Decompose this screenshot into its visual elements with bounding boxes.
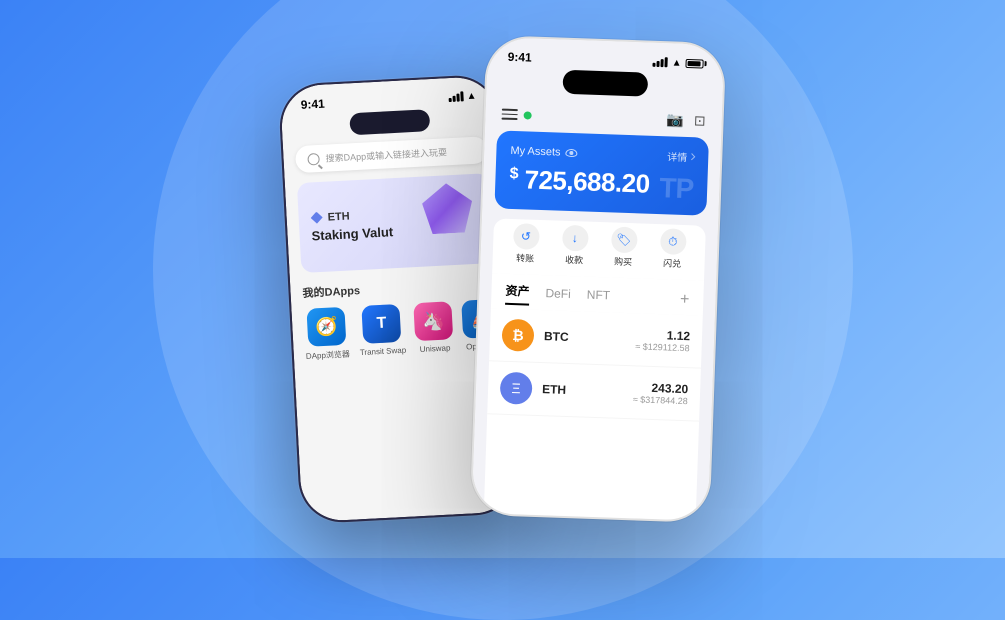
buy-icon: 🏷 (610, 226, 637, 253)
signal-icon-right (652, 57, 667, 68)
time-right: 9:41 (507, 50, 532, 65)
eth-icon-circle: Ξ (499, 372, 532, 405)
phone-right: 9:41 ▲ (469, 35, 726, 523)
action-transfer[interactable]: ↺ 转账 (511, 223, 538, 265)
action-buy[interactable]: 🏷 购买 (609, 226, 636, 268)
header-icons-right: 📷 ⊡ (666, 111, 706, 129)
dapp-item-transit[interactable]: T Transit Swap (357, 304, 406, 359)
dapp-icon-browser: 🧭 (306, 307, 346, 347)
receive-icon: ↓ (561, 225, 588, 252)
battery-icon-right (685, 58, 703, 68)
asset-usd-eth: ≈ $317844.28 (632, 394, 687, 406)
action-label-swap: 闪兑 (662, 256, 680, 270)
camera-icon[interactable]: 📷 (666, 111, 684, 129)
assets-header: My Assets 详情 (510, 143, 694, 164)
chevron-right-icon (688, 153, 695, 160)
asset-name-btc: BTC (543, 329, 635, 346)
eye-icon[interactable] (565, 148, 577, 156)
asset-name-eth: ETH (541, 382, 632, 399)
asset-value-eth: 243.20 ≈ $317844.28 (632, 380, 688, 406)
dapp-label-uniswap: Uniswap (419, 343, 450, 354)
assets-card: My Assets 详情 $ 725,688.20 TP (494, 130, 709, 215)
tab-defi[interactable]: DeFi (545, 286, 571, 305)
tab-assets[interactable]: 资产 (505, 282, 530, 306)
tp-watermark: TP (658, 172, 693, 205)
eth-logo-icon (310, 211, 323, 224)
action-label-receive: 收款 (564, 253, 582, 267)
tabs-add-button[interactable]: + (679, 290, 689, 308)
wifi-icon-right: ▲ (671, 57, 681, 68)
header-left (501, 109, 531, 121)
search-placeholder-left: 搜索DApp或输入链接进入玩耍 (325, 145, 447, 164)
status-icons-left: ▲ (448, 90, 476, 102)
asset-list: ₿ BTC 1.12 ≈ $129112.58 Ξ ETH 243.20 ≈ $… (483, 308, 702, 520)
eth-banner[interactable]: ETH Staking Valut (296, 173, 492, 273)
time-left: 9:41 (300, 97, 325, 112)
dynamic-island-left (349, 109, 430, 135)
tab-nft[interactable]: NFT (586, 287, 610, 306)
search-bar-left[interactable]: 搜索DApp或输入链接进入玩耍 (294, 136, 487, 173)
action-swap[interactable]: ⏱ 闪兑 (658, 228, 685, 270)
action-label-buy: 购买 (613, 255, 631, 269)
right-screen: 9:41 ▲ (471, 37, 723, 521)
assets-detail[interactable]: 详情 (667, 148, 695, 164)
swap-icon: ⏱ (659, 228, 686, 255)
hamburger-menu-icon[interactable] (501, 109, 517, 120)
assets-label: My Assets (510, 144, 578, 158)
search-icon-left (307, 152, 320, 165)
dapp-item-uniswap[interactable]: 🦄 Uniswap (413, 301, 454, 356)
eth-crystal (421, 182, 484, 245)
asset-value-btc: 1.12 ≈ $129112.58 (635, 327, 690, 353)
dapp-icon-uniswap: 🦄 (413, 301, 453, 341)
wifi-icon-left: ▲ (466, 90, 476, 102)
dapp-icon-transit: T (361, 304, 401, 344)
action-label-transfer: 转账 (515, 251, 533, 265)
green-status-dot (523, 111, 531, 119)
dapp-label-transit: Transit Swap (359, 346, 406, 357)
signal-icon-left (448, 91, 464, 102)
dapps-title: 我的DApps (302, 275, 495, 301)
action-receive[interactable]: ↓ 收款 (560, 225, 587, 267)
scan-icon[interactable]: ⊡ (693, 112, 705, 129)
action-row: ↺ 转账 ↓ 收款 🏷 购买 ⏱ 闪兑 (492, 218, 706, 280)
dynamic-island-right (561, 70, 647, 97)
asset-row-eth[interactable]: Ξ ETH 243.20 ≈ $317844.28 (487, 361, 701, 421)
dapps-grid: 🧭 DApp浏览器 T Transit Swap 🦄 Uniswap ⛵ Ope… (303, 299, 498, 362)
asset-row-btc[interactable]: ₿ BTC 1.12 ≈ $129112.58 (489, 308, 703, 368)
status-bar-right: 9:41 ▲ (487, 37, 724, 75)
phones-container: 9:41 ▲ 搜索DApp或输入链接进入玩耍 (288, 39, 718, 519)
transfer-icon: ↺ (512, 223, 539, 250)
dapp-label-browser: DApp浏览器 (305, 349, 350, 362)
status-icons-right: ▲ (652, 56, 703, 69)
dapp-item-browser[interactable]: 🧭 DApp浏览器 (303, 307, 350, 362)
btc-icon: ₿ (501, 319, 534, 352)
asset-usd-btc: ≈ $129112.58 (635, 341, 690, 353)
